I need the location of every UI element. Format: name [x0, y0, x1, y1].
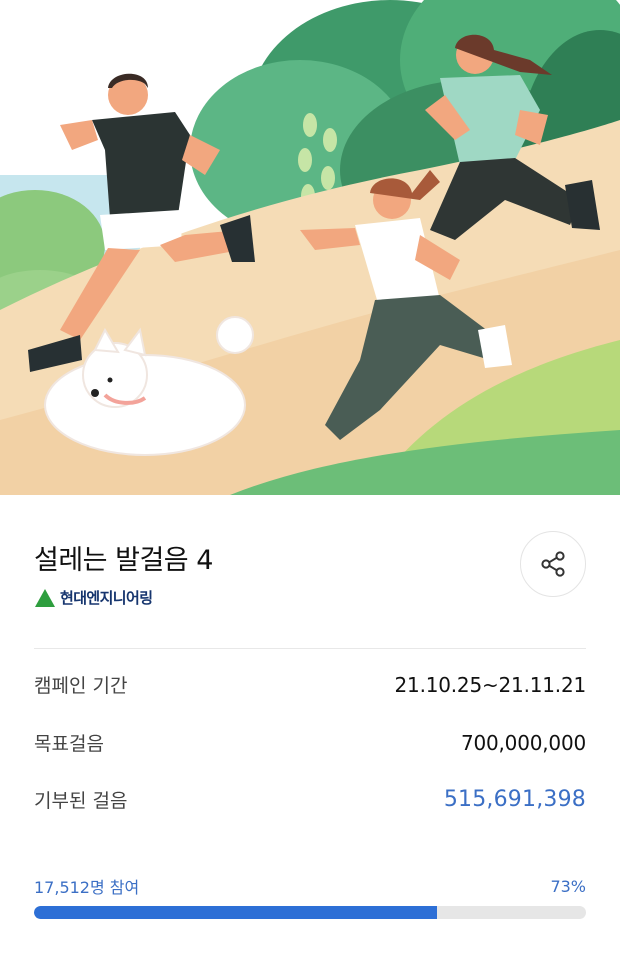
campaign-period-label: 캠페인 기간	[34, 675, 128, 697]
green-triangle-logo-icon	[35, 588, 55, 607]
share-button[interactable]	[520, 531, 586, 597]
progress-bar	[34, 906, 586, 919]
progress-meta: 17,512명 참여 73%	[34, 874, 586, 898]
progress-percent: 73%	[550, 876, 586, 896]
hero-illustration	[0, 0, 620, 495]
section-divider	[34, 648, 586, 649]
donated-steps-value: 515,691,398	[443, 787, 586, 812]
goal-steps-row: 목표걸음 700,000,000	[34, 729, 586, 756]
goal-steps-value: 700,000,000	[460, 730, 586, 755]
campaign-title: 설레는 발걸음 4	[34, 545, 213, 576]
share-icon	[541, 551, 565, 577]
campaign-period-value: 21.10.25~21.11.21	[394, 672, 587, 697]
sponsor-brand: 현대엔지니어링	[34, 587, 153, 608]
goal-steps-label: 목표걸음	[34, 733, 104, 755]
donated-steps-label: 기부된 걸음	[34, 790, 128, 812]
donated-steps-row: 기부된 걸음 515,691,398	[34, 786, 586, 813]
participant-count: 17,512명 참여	[34, 878, 140, 897]
sponsor-name: 현대엔지니어링	[60, 589, 153, 607]
progress-bar-fill	[34, 906, 437, 919]
campaign-period-row: 캠페인 기간 21.10.25~21.11.21	[34, 671, 586, 698]
